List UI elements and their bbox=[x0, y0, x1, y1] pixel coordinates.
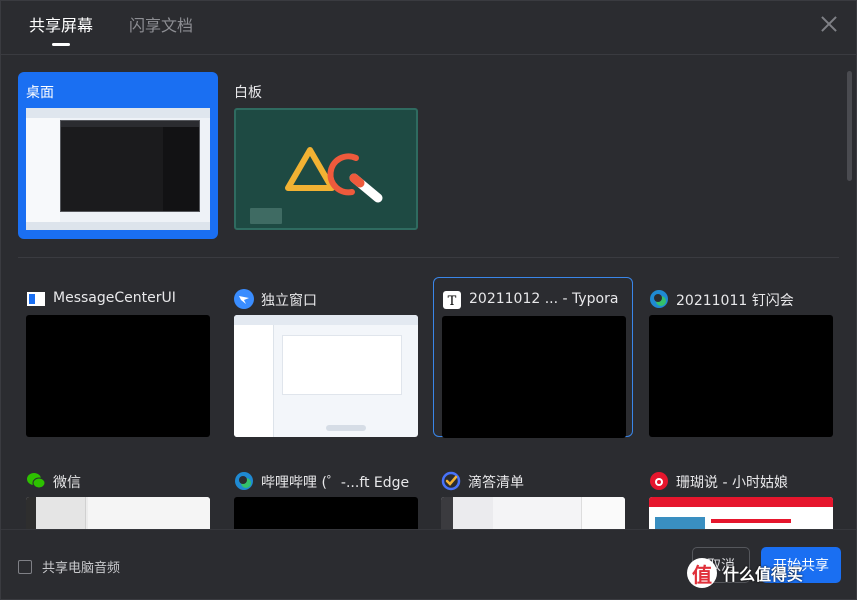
window-tile[interactable]: MessageCenterUI bbox=[18, 277, 218, 437]
window-label: 珊瑚说 - 小时姑娘 bbox=[676, 475, 788, 491]
window-thumbnail bbox=[234, 497, 418, 529]
window-label: 20211011 钉闪会 bbox=[676, 293, 794, 309]
weibo-icon bbox=[650, 472, 668, 490]
share-audio-option[interactable]: 共享电脑音频 bbox=[18, 557, 120, 576]
ticktick-icon bbox=[441, 471, 461, 491]
window-tile[interactable]: 独立窗口 bbox=[226, 277, 426, 437]
footer-divider bbox=[1, 529, 856, 530]
whiteboard-thumbnail bbox=[234, 108, 418, 230]
desktop-source-label: 桌面 bbox=[26, 85, 54, 101]
window-tile[interactable]: 滴答清单 bbox=[433, 459, 633, 529]
scrollbar[interactable] bbox=[847, 71, 852, 181]
window-label: 滴答清单 bbox=[468, 475, 524, 491]
desktop-thumbnail bbox=[26, 108, 210, 230]
edge-icon bbox=[650, 290, 668, 308]
edge-icon bbox=[235, 472, 253, 490]
window-thumbnail bbox=[649, 497, 833, 529]
svg-text:T: T bbox=[448, 294, 457, 309]
dingtalk-icon bbox=[234, 289, 254, 309]
tab-flash-doc[interactable]: 闪享文档 bbox=[129, 15, 193, 49]
window-label: 哔哩哔哩 (゜-...ft Edge bbox=[261, 475, 410, 491]
window-tile[interactable]: 珊瑚说 - 小时姑娘 bbox=[641, 459, 841, 529]
window-tile[interactable]: 哔哩哔哩 (゜-...ft Edge bbox=[226, 459, 426, 529]
window-thumbnail bbox=[234, 315, 418, 437]
window-label: 微信 bbox=[53, 475, 81, 491]
message-center-icon bbox=[27, 292, 45, 306]
whiteboard-shapes-icon bbox=[285, 147, 383, 203]
tab-share-screen[interactable]: 共享屏幕 bbox=[29, 15, 93, 49]
window-thumbnail bbox=[26, 497, 210, 529]
window-tile[interactable]: T 20211012 ... - Typora bbox=[433, 277, 633, 438]
whiteboard-source-tile[interactable]: 白板 bbox=[234, 72, 418, 239]
source-list[interactable]: 桌面 白板 MessageCenterUI 独立窗口 T 20211012 ..… bbox=[1, 55, 856, 529]
desktop-source-tile[interactable]: 桌面 bbox=[18, 72, 218, 239]
window-tile[interactable]: 20211011 钉闪会 bbox=[641, 277, 841, 437]
share-audio-label: 共享电脑音频 bbox=[42, 561, 121, 576]
watermark: 值 什么值得买 bbox=[687, 553, 847, 593]
close-icon[interactable] bbox=[820, 15, 838, 33]
wechat-icon bbox=[27, 473, 46, 489]
window-label: 20211012 ... - Typora bbox=[469, 291, 619, 307]
typora-icon: T bbox=[443, 291, 461, 309]
whiteboard-source-label: 白板 bbox=[234, 85, 262, 101]
window-tile[interactable]: 微信 bbox=[18, 459, 218, 529]
section-divider bbox=[18, 257, 839, 258]
window-label: 独立窗口 bbox=[261, 293, 317, 309]
window-thumbnail bbox=[441, 497, 625, 529]
watermark-text: 什么值得买 bbox=[723, 565, 804, 584]
window-thumbnail bbox=[26, 315, 210, 437]
tab-bar: 共享屏幕 闪享文档 bbox=[29, 15, 193, 49]
window-thumbnail bbox=[442, 316, 626, 438]
share-screen-dialog: 共享屏幕 闪享文档 桌面 白板 MessageCenterUI 独立窗口 T 2… bbox=[0, 0, 857, 600]
window-thumbnail bbox=[649, 315, 833, 437]
share-audio-checkbox[interactable] bbox=[18, 559, 32, 574]
window-label: MessageCenterUI bbox=[53, 290, 176, 306]
watermark-logo: 值 bbox=[687, 558, 717, 588]
